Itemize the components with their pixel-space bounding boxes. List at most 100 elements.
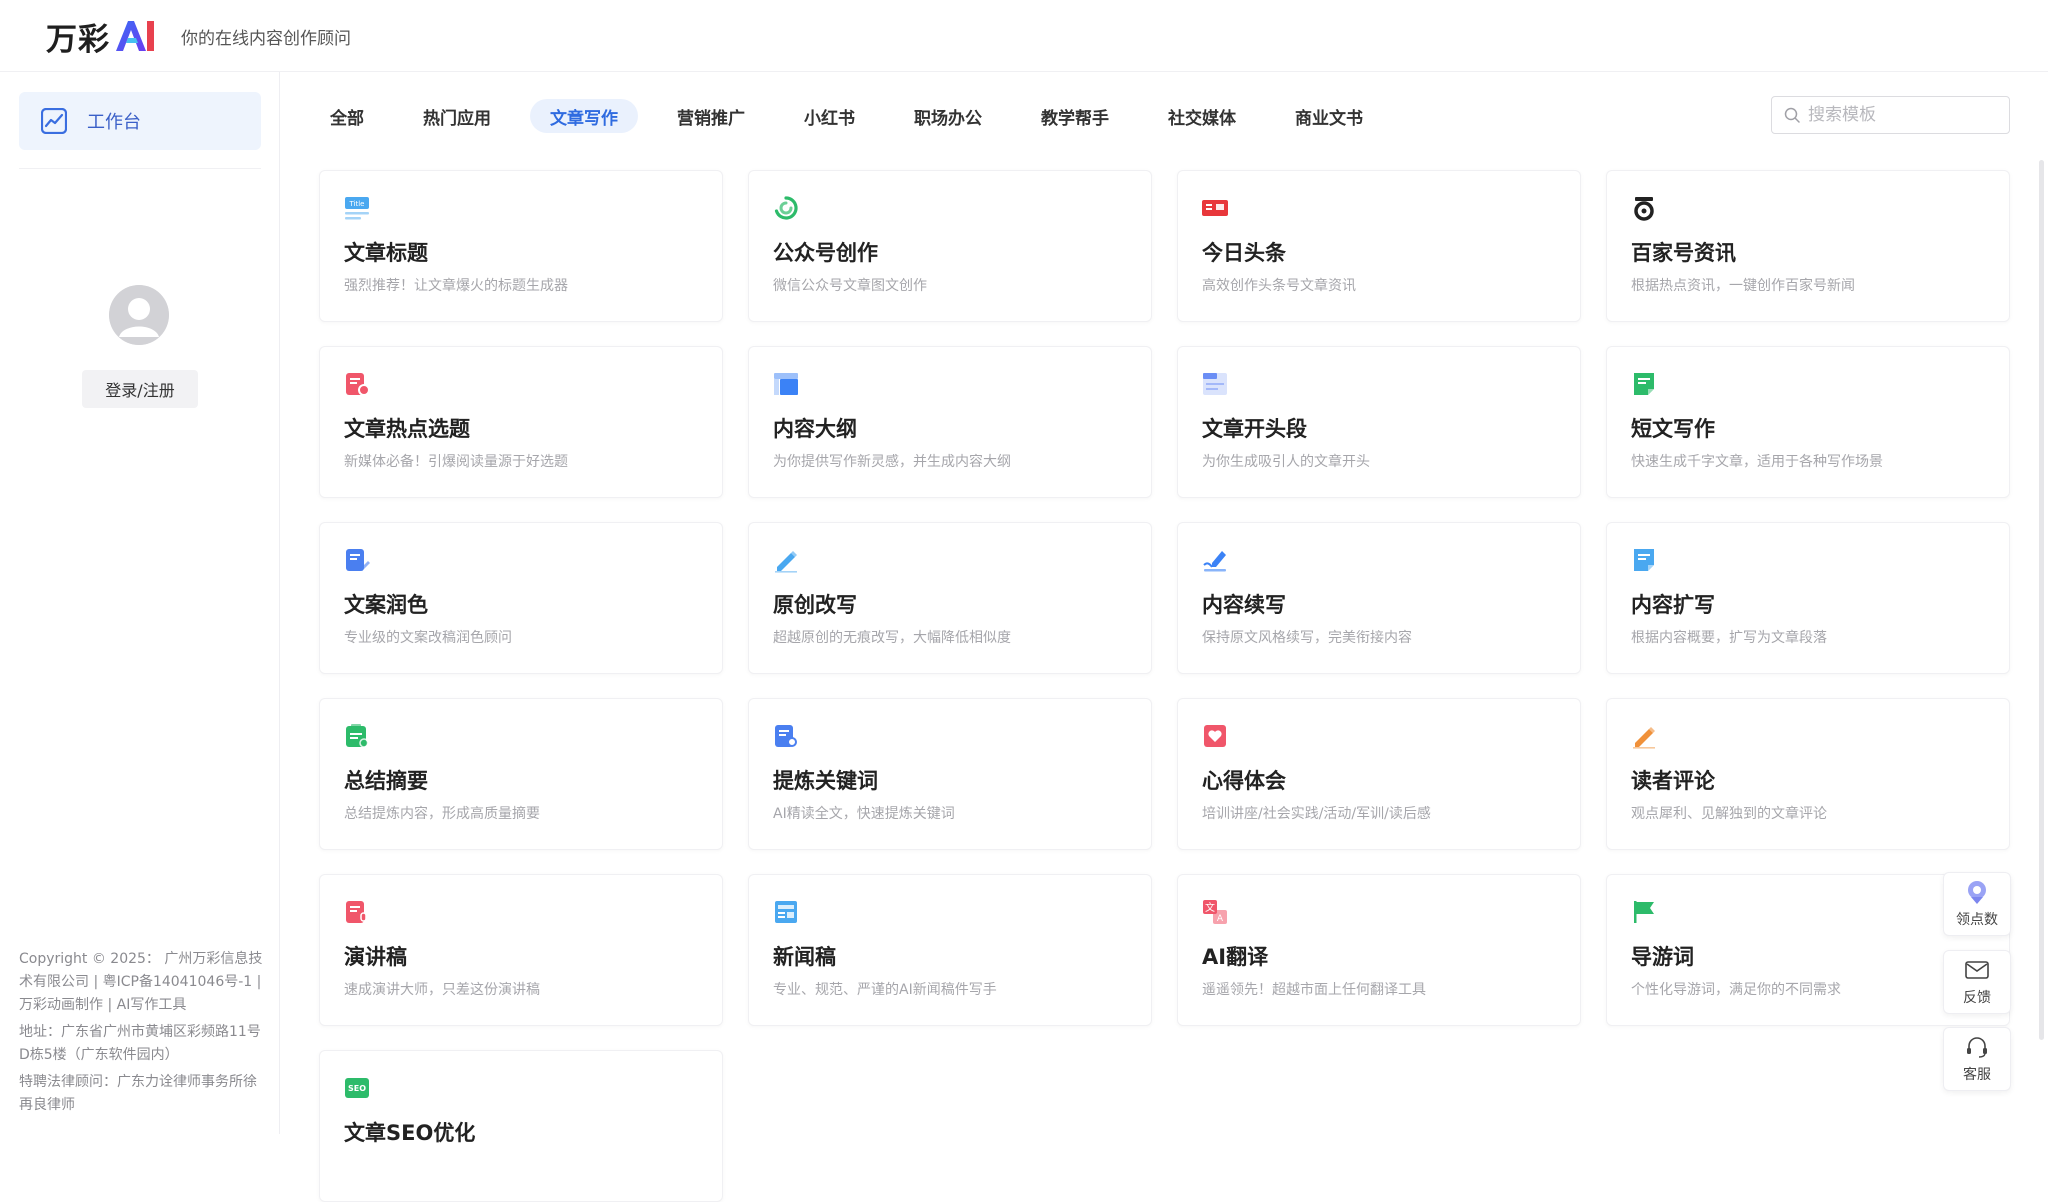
expand-icon [1631, 547, 1657, 573]
baijiahao-icon [1631, 195, 1657, 221]
customer-service-label: 客服 [1963, 1067, 1991, 1083]
card-description: 根据内容概要，扩写为文章段落 [1631, 630, 1827, 646]
customer-service-button[interactable]: 客服 [1943, 1027, 2011, 1091]
summary-icon [344, 723, 370, 749]
card-title: 内容扩写 [1631, 593, 1715, 617]
template-card[interactable]: 百家号资讯 根据热点资讯，一键创作百家号新闻 [1606, 170, 2010, 322]
card-description: 为你提供写作新灵感，并生成内容大纲 [773, 454, 1011, 470]
template-card[interactable]: 总结摘要总结提炼内容，形成高质量摘要 [319, 698, 723, 850]
card-description: 总结提炼内容，形成高质量摘要 [344, 806, 540, 822]
template-card[interactable]: 新闻稿 专业、规范、严谨的AI新闻稿件写手 [748, 874, 1152, 1026]
card-title: 原创改写 [773, 593, 857, 617]
card-description: 速成演讲大师，只差这份演讲稿 [344, 982, 540, 998]
reward-points-button[interactable]: 领点数 [1943, 872, 2011, 936]
tab-xiaohongshu[interactable]: 小红书 [784, 99, 875, 133]
template-card[interactable]: 文 A AI翻译 遥遥领先！超越市面上任何翻译工具 [1177, 874, 1581, 1026]
login-register-button[interactable]: 登录/注册 [82, 370, 198, 408]
tab-article-writing[interactable]: 文章写作 [530, 99, 638, 133]
tab-marketing[interactable]: 营销推广 [657, 99, 765, 133]
card-title: 内容续写 [1202, 593, 1286, 617]
card-title: 读者评论 [1631, 769, 1715, 793]
card-description: 为你生成吸引人的文章开头 [1202, 454, 1370, 470]
template-card[interactable]: 内容大纲为你提供写作新灵感，并生成内容大纲 [748, 346, 1152, 498]
footer-copyright: Copyright © 2025： 广州万彩信息技术有限公司 | 粤ICP备14… [19, 951, 263, 1013]
card-description: 保持原文风格续写，完美衔接内容 [1202, 630, 1412, 646]
card-title: 文章开头段 [1202, 417, 1307, 441]
template-card[interactable]: 文案润色专业级的文案改稿润色顾问 [319, 522, 723, 674]
tab-business-docs[interactable]: 商业文书 [1275, 99, 1383, 133]
template-card[interactable]: 原创改写超越原创的无痕改写，大幅降低相似度 [748, 522, 1152, 674]
card-title: 新闻稿 [773, 945, 836, 969]
mail-icon [1965, 961, 1989, 979]
ai-logo-icon [116, 21, 154, 51]
search-box[interactable] [1771, 96, 2010, 134]
template-card[interactable]: 短文写作 快速生成千字文章，适用于各种写作场景 [1606, 346, 2010, 498]
search-icon [1784, 107, 1800, 123]
card-description: 培训讲座/社会实践/活动/军训/读后感 [1202, 806, 1431, 822]
tab-hot-apps[interactable]: 热门应用 [403, 99, 511, 133]
template-card[interactable]: 内容续写保持原文风格续写，完美衔接内容 [1177, 522, 1581, 674]
card-title: 导游词 [1631, 945, 1694, 969]
keyword-icon [773, 723, 799, 749]
hot-topic-icon [344, 371, 370, 397]
tab-all[interactable]: 全部 [310, 99, 384, 133]
top-header: 万彩 你的在线内容创作顾问 [0, 0, 2048, 72]
template-card[interactable]: 文章开头段为你生成吸引人的文章开头 [1177, 346, 1581, 498]
translate-icon: 文A [1202, 899, 1228, 925]
tab-office[interactable]: 职场办公 [894, 99, 1002, 133]
logo-text: 万彩 [46, 21, 110, 58]
sidebar-item-workbench[interactable]: 工作台 [19, 92, 261, 150]
feedback-label: 反馈 [1963, 990, 1991, 1006]
card-title: 内容大纲 [773, 417, 857, 441]
search-input[interactable] [1808, 105, 1998, 125]
card-title: 文章热点选题 [344, 417, 470, 441]
chart-trend-icon [41, 108, 67, 134]
polish-icon [344, 547, 370, 573]
svg-text:Title: Title [348, 200, 364, 208]
template-card[interactable]: 内容扩写根据内容概要，扩写为文章段落 [1606, 522, 2010, 674]
template-card[interactable]: 提炼关键词 AI精读全文，快速提炼关键词 [748, 698, 1152, 850]
workbench-label: 工作台 [87, 112, 141, 133]
card-description: 高效创作头条号文章资讯 [1202, 278, 1356, 294]
card-title: 公众号创作 [773, 241, 878, 265]
card-title: 文案润色 [344, 593, 428, 617]
card-description: 观点犀利、见解独到的文章评论 [1631, 806, 1827, 822]
svg-text:SEO: SEO [348, 1084, 366, 1093]
template-card[interactable]: SEO 文章SEO优化 [319, 1050, 723, 1202]
card-description: AI精读全文，快速提炼关键词 [773, 806, 955, 822]
feedback-button[interactable]: 反馈 [1943, 950, 2011, 1014]
news-icon [773, 899, 799, 925]
scrollbar[interactable] [2039, 160, 2044, 1040]
toutiao-icon [1202, 195, 1228, 221]
card-title: 今日头条 [1202, 241, 1286, 265]
wechat-icon [773, 195, 799, 221]
template-card[interactable]: 心得体会 培训讲座/社会实践/活动/军训/读后感 [1177, 698, 1581, 850]
card-title: 总结摘要 [344, 769, 428, 793]
flag-icon [1631, 899, 1657, 925]
comment-pen-icon [1631, 723, 1657, 749]
outline-icon [773, 371, 799, 397]
reward-icon [1968, 881, 1986, 904]
template-card[interactable]: 公众号创作 微信公众号文章图文创作 [748, 170, 1152, 322]
opening-icon [1202, 371, 1228, 397]
template-card[interactable]: 演讲稿 速成演讲大师，只差这份演讲稿 [319, 874, 723, 1026]
logo[interactable]: 万彩 [46, 14, 156, 58]
card-description: 超越原创的无痕改写，大幅降低相似度 [773, 630, 1011, 646]
tab-social-media[interactable]: 社交媒体 [1148, 99, 1256, 133]
template-card[interactable]: 读者评论观点犀利、见解独到的文章评论 [1606, 698, 2010, 850]
card-title: 提炼关键词 [773, 769, 878, 793]
template-card[interactable]: 文章热点选题 新媒体必备！引爆阅读量源于好选题 [319, 346, 723, 498]
category-tabs: 全部 热门应用 文章写作 营销推广 小红书 职场办公 教学帮手 社交媒体 商业文… [310, 98, 1402, 134]
template-card[interactable]: 今日头条高效创作头条号文章资讯 [1177, 170, 1581, 322]
tab-teaching[interactable]: 教学帮手 [1021, 99, 1129, 133]
svg-text:A: A [1217, 914, 1224, 924]
rewrite-pen-icon [773, 547, 799, 573]
short-article-icon [1631, 371, 1657, 397]
template-card[interactable]: Title 文章标题 强烈推荐！让文章爆火的标题生成器 [319, 170, 723, 322]
title-icon: Title [344, 195, 370, 221]
card-description: 专业级的文案改稿润色顾问 [344, 630, 512, 646]
divider [19, 168, 261, 169]
slogan: 你的在线内容创作顾问 [181, 29, 351, 49]
avatar[interactable] [109, 285, 169, 345]
sidebar: 工作台 登录/注册 Copyright © 2025： 广州万彩信息技术有限公司… [0, 72, 280, 1134]
